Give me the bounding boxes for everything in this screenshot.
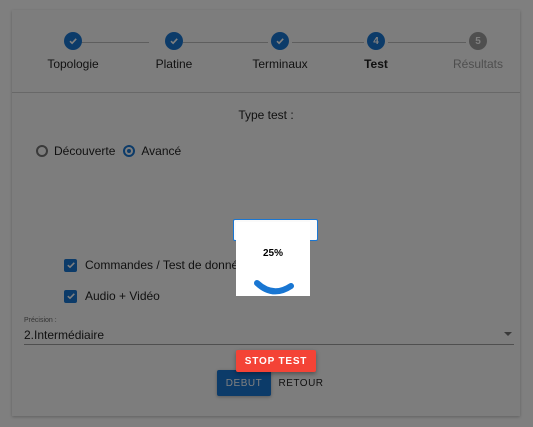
- progress-dialog: 25%: [236, 222, 310, 296]
- stop-test-button[interactable]: STOP TEST: [236, 350, 316, 372]
- spinner-icon: [254, 280, 294, 295]
